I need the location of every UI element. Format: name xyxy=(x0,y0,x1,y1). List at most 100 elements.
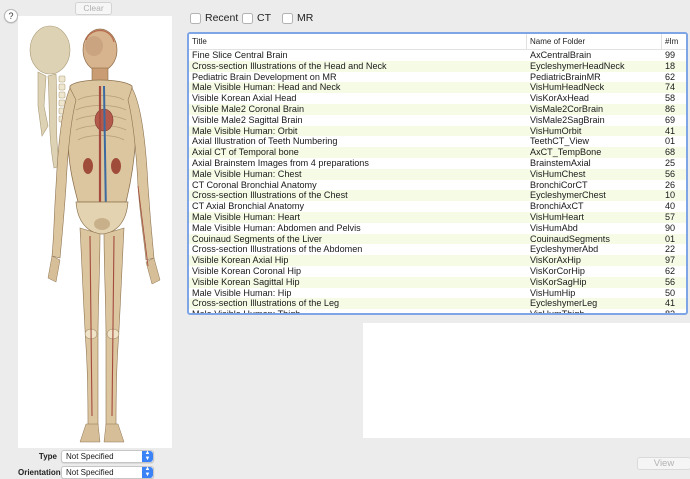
cell-folder: VisHumAbd xyxy=(530,222,578,233)
orientation-select[interactable]: Not Specified ▲ ▼ xyxy=(61,466,154,479)
cell-title: Male Visible Human: Orbit xyxy=(192,125,298,136)
column-divider[interactable] xyxy=(526,34,527,49)
cell-folder: BrainstemAxial xyxy=(530,157,591,168)
cell-title: Male Visible Human: Head and Neck xyxy=(192,82,341,93)
cell-image-count: 56 xyxy=(665,168,676,179)
cell-title: Cross-section Illustrations of the Chest xyxy=(192,190,348,201)
chevron-up-down-icon: ▲ ▼ xyxy=(142,450,153,462)
cell-folder: VisKorCorHip xyxy=(530,265,585,276)
cell-image-count: 41 xyxy=(665,125,676,136)
table-row[interactable]: Visible Male2 Coronal Brain VisMale2CorBr… xyxy=(189,103,686,115)
cell-image-count: 69 xyxy=(665,114,676,125)
cell-image-count: 62 xyxy=(665,265,676,276)
table-row[interactable]: Visible Male2 Sagittal Brain VisMale2SagB… xyxy=(189,115,686,126)
anatomy-image-panel xyxy=(18,16,172,448)
cell-image-count: 90 xyxy=(665,222,676,233)
cell-folder: VisHumHeart xyxy=(530,211,584,222)
type-label: Type xyxy=(38,452,57,461)
cell-image-count: 86 xyxy=(665,103,676,114)
cell-folder: CouinaudSegments xyxy=(530,233,610,244)
cell-folder: AxCentralBrain xyxy=(530,50,592,60)
filter-mr-label: MR xyxy=(297,12,314,24)
cell-title: Axial Brainstem Images from 4 preparatio… xyxy=(192,157,369,168)
clear-button[interactable]: Clear xyxy=(75,2,112,15)
recent-checkbox[interactable] xyxy=(190,12,201,24)
table-row[interactable]: Visible Korean Coronal Hip VisKorCorHip 62 xyxy=(189,266,686,277)
table-row[interactable]: Male Visible Human: Head and Neck VisHumH… xyxy=(189,82,686,94)
table-row[interactable]: CT Coronal Bronchial Anatomy BronchiCorCT… xyxy=(189,180,686,191)
cell-image-count: 01 xyxy=(665,136,676,147)
cell-folder: BronchiAxCT xyxy=(530,201,584,212)
cell-title: CT Axial Bronchial Anatomy xyxy=(192,201,305,212)
cell-title: Couinaud Segments of the Liver xyxy=(192,233,322,244)
table-header: Title Name of Folder #Im xyxy=(189,34,686,50)
column-header-image-count[interactable]: #Im xyxy=(665,37,685,46)
cell-folder: VisHumThigh xyxy=(530,309,585,315)
column-header-title[interactable]: Title xyxy=(192,37,522,46)
column-header-folder[interactable]: Name of Folder xyxy=(530,37,660,46)
table-row[interactable]: Male Visible Human: Abdomen and Pelvis Vi… xyxy=(189,223,686,234)
table-row[interactable]: Fine Slice Central Brain AxCentralBrain 99 xyxy=(189,50,686,61)
table-row[interactable]: Visible Korean Axial Head VisKorAxHead 58 xyxy=(189,93,686,104)
cell-title: Fine Slice Central Brain xyxy=(192,50,288,60)
help-button[interactable]: ? xyxy=(4,9,18,23)
table-row[interactable]: Cross-section Illustrations of the Leg Ey… xyxy=(189,298,686,310)
cell-title: Visible Korean Sagittal Hip xyxy=(192,276,300,287)
type-select[interactable]: Not Specified ▲ ▼ xyxy=(61,450,154,463)
cell-folder: EycleshymerHeadNeck xyxy=(530,60,625,71)
cell-folder: EycleshymerAbd xyxy=(530,244,599,255)
table-row[interactable]: Axial Illustration of Teeth Numbering Tee… xyxy=(189,136,686,147)
table-row[interactable]: Male Visible Human: Heart VisHumHeart 57 xyxy=(189,211,686,223)
filter-mr[interactable]: MR xyxy=(282,11,313,25)
cell-title: Male Visible Human: Abdomen and Pelvis xyxy=(192,222,361,233)
cell-title: Male Visible Human: Heart xyxy=(192,211,300,222)
cell-folder: BronchiCorCT xyxy=(530,179,588,190)
table-row[interactable]: Visible Korean Axial Hip VisKorAxHip 97 xyxy=(189,255,686,266)
table-row[interactable]: Visible Korean Sagittal Hip VisKorSagHip 5… xyxy=(189,276,686,288)
cell-title: Axial Illustration of Teeth Numbering xyxy=(192,136,338,147)
table-row[interactable]: Cross-section Illustrations of the Chest… xyxy=(189,190,686,202)
cell-folder: VisHumHip xyxy=(530,287,576,298)
table-row[interactable]: Axial CT of Temporal bone AxCT_TempBone 68 xyxy=(189,147,686,158)
table-row[interactable]: Male Visible Human: Orbit VisHumOrbit 41 xyxy=(189,125,686,137)
filter-ct-label: CT xyxy=(257,12,271,24)
cell-image-count: 68 xyxy=(665,147,676,158)
cell-title: Pediatric Brain Development on MR xyxy=(192,71,337,82)
table-row[interactable]: CT Axial Bronchial Anatomy BronchiAxCT 40 xyxy=(189,201,686,212)
cell-title: Male Visible Human: Thigh xyxy=(192,309,301,315)
anatomy-figure-image xyxy=(29,25,161,443)
cell-image-count: 40 xyxy=(665,201,676,212)
filter-recent[interactable]: Recent xyxy=(190,11,238,25)
cell-title: Cross-section Illustrations of the Head … xyxy=(192,60,387,71)
table-row[interactable]: Cross-section Illustrations of the Head … xyxy=(189,60,686,72)
cell-title: Cross-section Illustrations of the Abdom… xyxy=(192,244,363,255)
cell-title: Male Visible Human: Chest xyxy=(192,168,302,179)
mr-checkbox[interactable] xyxy=(282,12,293,24)
cell-image-count: 57 xyxy=(665,211,676,222)
cell-image-count: 50 xyxy=(665,287,676,298)
type-select-value: Not Specified xyxy=(66,452,114,461)
cell-folder: VisMale2SagBrain xyxy=(530,114,605,125)
table-row[interactable]: Axial Brainstem Images from 4 preparatio… xyxy=(189,158,686,169)
cell-image-count: 58 xyxy=(665,93,676,104)
cell-title: Visible Male2 Coronal Brain xyxy=(192,103,305,114)
table-row[interactable]: Male Visible Human: Hip VisHumHip 50 xyxy=(189,288,686,299)
cell-image-count: 26 xyxy=(665,179,676,190)
ct-checkbox[interactable] xyxy=(242,12,253,24)
filter-ct[interactable]: CT xyxy=(242,11,271,25)
atlas-table[interactable]: Title Name of Folder #Im Fine Slice Cent… xyxy=(187,32,688,315)
table-row[interactable]: Male Visible Human: Chest VisHumChest 56 xyxy=(189,168,686,180)
cell-title: Cross-section Illustrations of the Leg xyxy=(192,298,340,309)
table-row[interactable]: Male Visible Human: Thigh VisHumThigh 82 xyxy=(189,309,686,315)
table-row[interactable]: Cross-section Illustrations of the Abdom… xyxy=(189,244,686,255)
cell-folder: VisKorSagHip xyxy=(530,276,587,287)
cell-folder: VisKorAxHip xyxy=(530,255,581,266)
table-row[interactable]: Pediatric Brain Development on MR Pediatr… xyxy=(189,72,686,83)
table-row[interactable]: Couinaud Segments of the Liver CouinaudSe… xyxy=(189,233,686,245)
view-button[interactable]: View xyxy=(637,457,690,470)
cell-folder: EycleshymerChest xyxy=(530,190,606,201)
column-divider[interactable] xyxy=(661,34,662,49)
cell-image-count: 18 xyxy=(665,60,676,71)
cell-image-count: 41 xyxy=(665,298,676,309)
cell-title: Visible Korean Axial Hip xyxy=(192,255,289,266)
